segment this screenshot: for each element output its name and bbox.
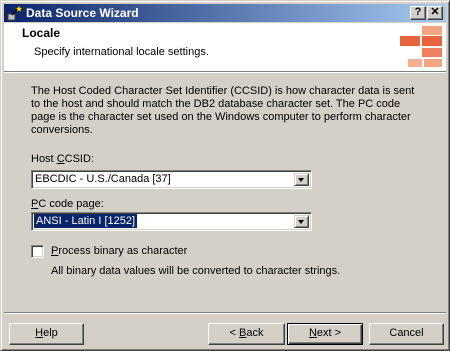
help-title-button[interactable]: ? — [410, 6, 426, 20]
description-text: The Host Coded Character Set Identifier … — [31, 85, 415, 136]
wizard-dialog: Data Source Wizard ? ✕ Locale Specify in… — [0, 0, 450, 351]
pc-code-page-label: PC code page: — [31, 198, 104, 210]
page-subtitle: Specify international locale settings. — [34, 46, 209, 58]
pc-code-page-select[interactable]: ANSI - Latin I [1252] — [31, 212, 312, 231]
chevron-down-icon — [298, 178, 304, 182]
back-button[interactable]: < Back — [208, 323, 285, 345]
process-binary-checkbox[interactable] — [31, 245, 44, 258]
wizard-wand-icon — [7, 5, 23, 21]
orange-blocks-logo — [400, 26, 442, 67]
host-ccsid-label: Host CCSID: — [31, 153, 94, 165]
chevron-down-icon — [298, 220, 304, 224]
host-ccsid-select[interactable]: EBCDIC - U.S./Canada [37] — [31, 170, 312, 189]
pc-code-page-dropdown-button[interactable] — [294, 215, 309, 228]
window-title: Data Source Wizard — [26, 6, 139, 20]
process-binary-note: All binary data values will be converted… — [51, 265, 341, 277]
wizard-header: Locale Specify international locale sett… — [4, 23, 446, 71]
close-button[interactable]: ✕ — [427, 6, 443, 20]
cancel-button[interactable]: Cancel — [369, 323, 444, 345]
page-title: Locale — [22, 26, 61, 40]
help-button[interactable]: Help — [9, 323, 84, 345]
next-button[interactable]: Next > — [287, 323, 363, 345]
title-bar[interactable]: Data Source Wizard ? ✕ — [4, 4, 446, 22]
footer-separator — [4, 312, 446, 314]
host-ccsid-value: EBCDIC - U.S./Canada [37] — [35, 173, 171, 185]
help-question-icon: ? — [414, 6, 422, 18]
host-ccsid-dropdown-button[interactable] — [294, 173, 309, 186]
header-separator — [4, 71, 446, 73]
process-binary-label[interactable]: Process binary as character — [51, 245, 187, 257]
close-icon: ✕ — [430, 6, 440, 18]
pc-code-page-value: ANSI - Latin I [1252] — [34, 214, 138, 228]
